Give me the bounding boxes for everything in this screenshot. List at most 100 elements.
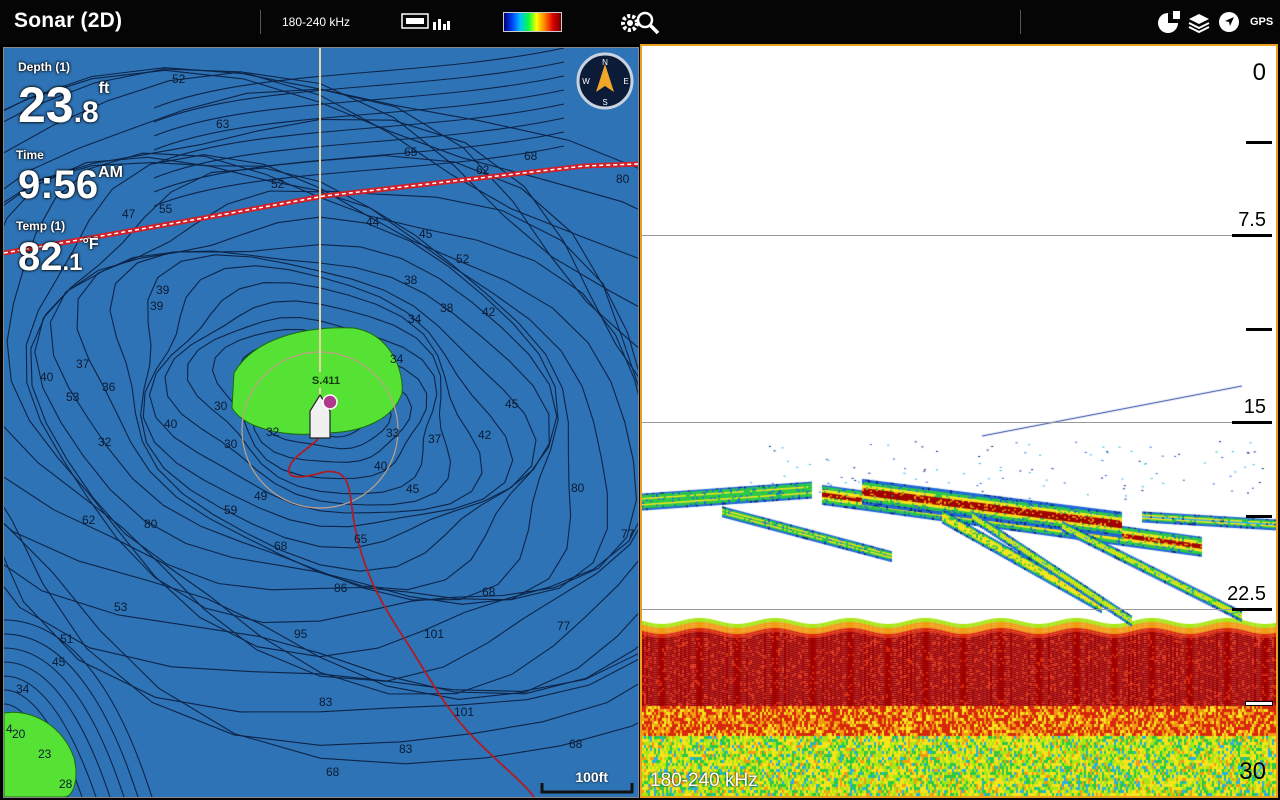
depth-tick [1232, 608, 1272, 611]
contour-depth-label: 40 [40, 370, 54, 384]
sonar-echo-display[interactable] [642, 46, 1276, 796]
depth-tick [1232, 421, 1272, 424]
contour-depth-label: 101 [424, 627, 444, 641]
top-bar: Sonar (2D) 180-240 kHz GPS [0, 0, 1280, 44]
contour-depth-label: 63 [216, 117, 230, 131]
contour-depth-label: 34 [390, 352, 404, 366]
sonar-pane[interactable]: 0 7.5 15 22.5 30 180-240 kHz [640, 44, 1278, 798]
color-palette-indicator[interactable] [503, 12, 562, 32]
scale-label: 100ft [575, 769, 608, 785]
contour-depth-label: 30 [214, 399, 228, 413]
contour-depth-label: 45 [406, 482, 420, 496]
contour-depth-label: 52 [172, 72, 186, 86]
contour-depth-label: 28 [59, 777, 73, 791]
contour-depth-label: 65 [354, 532, 368, 546]
contour-depth-label: 62 [82, 513, 96, 527]
contour-depth-label: 33 [386, 426, 400, 440]
depth-value-dec: .8 [73, 96, 99, 129]
depth-gridline [642, 235, 1242, 236]
divider [1020, 10, 1021, 34]
contour-depth-label: 86 [334, 581, 348, 595]
contour-depth-label: 68 [326, 765, 340, 779]
depth-gridline [642, 422, 1242, 423]
contour-depth-label: 59 [224, 503, 238, 517]
depth-tick [1246, 328, 1272, 331]
divider [260, 10, 261, 34]
contour-depth-label: 37 [428, 432, 442, 446]
contour-depth-label: 40 [164, 417, 178, 431]
contour-depth-label: 38 [440, 301, 454, 315]
contour-depth-label: 37 [76, 357, 90, 371]
frequency-label[interactable]: 180-240 kHz [282, 15, 350, 29]
temp-value-dec: .1 [62, 249, 83, 276]
contour-depth-label: 77 [557, 619, 571, 633]
contour-depth-label: 53 [114, 600, 128, 614]
gps-status-label[interactable]: GPS [1250, 16, 1273, 28]
depth-tick [1246, 515, 1272, 518]
contour-depth-label: 34 [16, 682, 30, 696]
depth-tick [1246, 141, 1272, 144]
depth-tick [1232, 234, 1272, 237]
time-label: Time [16, 148, 44, 162]
time-ampm: AM [98, 164, 123, 181]
contour-depth-label: 68 [482, 585, 496, 599]
contour-depth-label: 83 [399, 742, 413, 756]
contour-depth-label: 77 [621, 527, 635, 541]
contour-depth-label: 80 [144, 517, 158, 531]
temp-readout: 82.1°F [18, 236, 99, 278]
waypoint-label: S.411 [312, 375, 340, 387]
page-title[interactable]: Sonar (2D) [14, 9, 122, 33]
time-value: 9:56 [18, 163, 99, 207]
chart-map-pane[interactable]: S.411 N E S W 65 62 68 80 63 52 44 45 47 52 55 52 38… [3, 47, 639, 798]
contour-depth-label: 42 [478, 428, 492, 442]
contour-depth-label: 36 [102, 380, 116, 394]
contour-depth-label: 101 [454, 705, 474, 719]
contour-depth-label: 32 [98, 435, 112, 449]
contour-depth-label: 45 [52, 655, 66, 669]
temp-label: Temp (1) [16, 219, 66, 233]
depth-scale-label: 22.5 [1227, 583, 1266, 605]
contour-depth-label: 68 [524, 149, 538, 163]
depth-scale-label: 30 [1239, 758, 1266, 785]
sonar-frequency-label: 180-240 kHz [650, 770, 758, 791]
contour-depth-label: 68 [569, 737, 583, 751]
waypoint-icon [322, 394, 338, 410]
depth-label: Depth (1) [18, 60, 70, 74]
contour-depth-label: 42 [482, 305, 496, 319]
contour-depth-label: 34 [408, 312, 422, 326]
settings-search-icon[interactable] [618, 8, 662, 36]
depth-gridline [642, 609, 1242, 610]
compass-icon: N E S W [576, 52, 634, 110]
contour-depth-label: 40 [374, 459, 388, 473]
contour-depth-label: 95 [294, 627, 308, 641]
contour-depth-label: 47 [122, 207, 136, 221]
contour-depth-label: 39 [150, 299, 164, 313]
contour-depth-label: 32 [266, 425, 280, 439]
contour-depth-label: 49 [254, 489, 268, 503]
contour-depth-label: 52 [271, 177, 285, 191]
depth-scale-label: 0 [1252, 59, 1266, 86]
layers-icon[interactable] [1186, 9, 1212, 35]
chart-pie-icon[interactable] [1156, 9, 1182, 35]
contour-depth-label: 20 [12, 727, 26, 741]
contour-depth-label: 68 [274, 539, 288, 553]
contour-depth-label: 45 [505, 397, 519, 411]
contour-depth-label: 39 [156, 283, 170, 297]
navigation-icon[interactable] [1216, 9, 1242, 35]
contour-depth-label: 45 [419, 227, 433, 241]
transducer-icon[interactable] [401, 12, 451, 32]
contour-depth-label: 51 [60, 632, 74, 646]
contour-map[interactable]: S.411 N E S W 65 62 68 80 63 52 44 45 47 52 55 52 38… [4, 48, 638, 797]
contour-depth-label: 80 [616, 172, 630, 186]
temp-unit: °F [82, 236, 99, 253]
depth-scale-label: 15 [1243, 396, 1266, 418]
contour-depth-label: 44 [366, 215, 380, 229]
temp-value-int: 82 [18, 235, 63, 279]
svg-text:E: E [623, 77, 628, 86]
contour-depth-label: 80 [571, 481, 585, 495]
contour-depth-label: 4 [6, 722, 13, 736]
contour-depth-label: 55 [159, 202, 173, 216]
contour-depth-label: 38 [404, 273, 418, 287]
svg-text:N: N [602, 58, 608, 67]
contour-depth-label: 52 [456, 252, 470, 266]
